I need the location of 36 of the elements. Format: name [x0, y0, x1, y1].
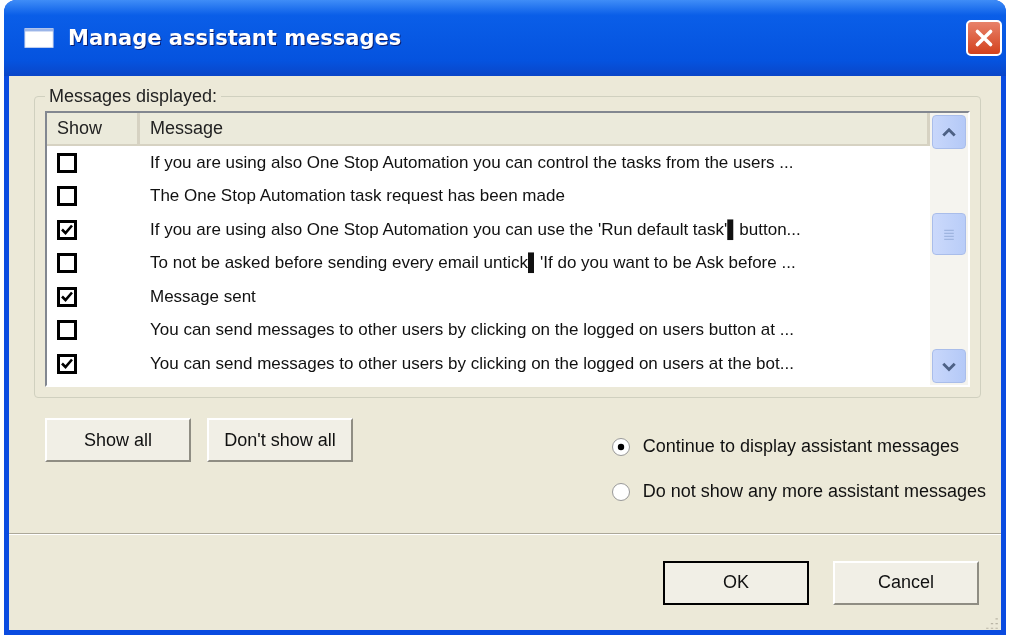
message-text: Message sent	[150, 286, 256, 307]
window-icon	[24, 27, 54, 49]
chevron-down-icon	[941, 360, 957, 372]
message-text: If you are using also One Stop Automation you can control the tasks from the users ...	[150, 152, 794, 173]
resize-grip-icon	[985, 616, 999, 630]
column-header[interactable]: Show	[47, 113, 140, 144]
scrollbar[interactable]	[930, 113, 968, 385]
radio-button[interactable]	[610, 436, 631, 457]
checkbox[interactable]	[57, 152, 77, 173]
scroll-up-button[interactable]	[932, 115, 966, 149]
list-action-button[interactable]: Show all	[45, 418, 191, 462]
checkbox[interactable]	[57, 186, 77, 207]
dialog-button[interactable]: OK	[663, 560, 809, 605]
chevron-up-icon	[941, 126, 957, 138]
message-text: The One Stop Automation task request has been made	[150, 186, 565, 207]
message-text: You can send messages to other users by clicking on the logged on users button at ...	[150, 320, 794, 341]
message-text: To not be asked before sending every email untick▌'If do you want to be Ask before ...	[150, 253, 796, 274]
option-label: Do not show any more assistant messages	[642, 481, 986, 502]
group-label: Messages displayed:	[48, 86, 219, 107]
option-label: Continue to display assistant messages	[642, 436, 959, 457]
radio-button[interactable]	[610, 481, 631, 502]
checkbox[interactable]	[57, 253, 77, 274]
list-action-button[interactable]: Don't show all	[207, 418, 353, 462]
grip-icon	[943, 228, 955, 240]
checkbox[interactable]	[57, 219, 77, 240]
window-title: Manage assistant messages	[68, 26, 403, 50]
message-text: If you are using also One Stop Automation you can use the 'Run default task'▌button...	[150, 219, 801, 240]
scroll-down-button[interactable]	[932, 349, 966, 383]
dialog-button[interactable]: Cancel	[833, 560, 979, 605]
close-button[interactable]	[966, 20, 1002, 56]
checkbox[interactable]	[57, 353, 77, 374]
scroll-thumb[interactable]	[932, 213, 966, 255]
checkbox[interactable]	[57, 286, 77, 307]
message-text: You can send messages to other users by clicking on the logged on users at the bot...	[150, 353, 794, 374]
close-icon	[973, 27, 995, 49]
checkbox[interactable]	[57, 320, 77, 341]
